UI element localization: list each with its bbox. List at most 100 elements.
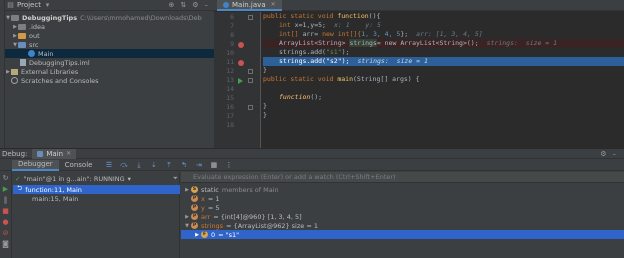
gear-icon[interactable]: ⚙	[600, 150, 606, 158]
code-line-13[interactable]: public static void main(String[] args) {	[263, 75, 624, 84]
fold-marker-icon[interactable]	[248, 15, 253, 20]
tree-item-project-root[interactable]: ▼ DebuggingTips C:\Users\mmohamed\Downlo…	[5, 13, 214, 22]
rerun-icon[interactable]: ↻	[2, 174, 9, 182]
tree-item-scratches[interactable]: Scratches and Consoles	[5, 76, 214, 85]
variable-value: members of Main	[221, 185, 279, 194]
code-line-16[interactable]: }	[263, 102, 624, 111]
variable-row[interactable]: P y = 5	[181, 203, 624, 212]
line-number: 12	[226, 67, 234, 75]
filter-icon[interactable]: ⏷	[173, 174, 178, 183]
thread-selector[interactable]: ✓ "main"@1 in g...ain": RUNNING ▾ ⏷	[15, 174, 178, 183]
code-line-15[interactable]: function();	[263, 93, 624, 102]
tree-item-src[interactable]: ▼ src	[5, 40, 214, 49]
evaluate-expression-input[interactable]: Evaluate expression (Enter) or add a wat…	[181, 172, 624, 183]
close-icon[interactable]: ✕	[271, 1, 276, 8]
stop-icon[interactable]: ■	[2, 207, 9, 215]
collapse-all-icon[interactable]: ⇅	[180, 1, 186, 9]
variable-value: = "s1"	[218, 230, 240, 239]
run-gutter-icon[interactable]	[238, 78, 243, 84]
view-breakpoints-icon[interactable]: ●	[2, 218, 9, 226]
breakpoint-icon[interactable]	[238, 42, 244, 48]
chevron-down-icon[interactable]: ▾	[44, 1, 51, 9]
step-into-icon[interactable]: ⤓	[134, 161, 143, 169]
layout-settings-icon[interactable]: ⋮	[224, 161, 233, 169]
force-step-into-icon[interactable]: ⇣	[149, 161, 158, 169]
chevron-right-icon[interactable]: ▶	[183, 214, 191, 220]
thread-label: "main"@1 in g...ain": RUNNING	[23, 174, 125, 183]
tab-debugger[interactable]: Debugger	[12, 159, 59, 171]
frame-label: main:15, Main	[32, 194, 79, 203]
code-line-11-execution-point[interactable]: strings.add("s2"); strings: size = 1	[263, 57, 624, 66]
variable-row[interactable]: P x = 1	[181, 194, 624, 203]
tree-item-label: Scratches and Consoles	[21, 76, 99, 85]
code-line-8[interactable]: int[] arr= new int[]{1, 3, 4, 5}; arr: [1…	[263, 30, 624, 39]
code-line-12[interactable]: }	[263, 66, 624, 75]
fold-marker-icon[interactable]	[248, 78, 253, 83]
tree-item-out[interactable]: ▶ out	[5, 31, 214, 40]
tree-item-iml[interactable]: DebuggingTips.iml	[5, 58, 214, 67]
code-token: "s2"	[325, 57, 342, 65]
hide-icon[interactable]: –	[613, 150, 617, 158]
tree-item-external-libraries[interactable]: ▶ External Libraries	[5, 67, 214, 76]
debug-session-tab[interactable]: Main ✕	[32, 148, 77, 159]
show-execution-point-icon[interactable]: ☰	[104, 161, 113, 169]
line-number: 6	[230, 13, 234, 21]
variable-row[interactable]: ▶ S static members of Main	[181, 185, 624, 194]
fold-marker-icon[interactable]	[248, 69, 253, 74]
tree-item-path: C:\Users\mmohamed\Downloads\Deb	[80, 13, 202, 22]
line-number: 17	[226, 112, 234, 120]
chevron-right-icon[interactable]: ▶	[183, 187, 191, 193]
code-token: function	[279, 93, 311, 101]
code-token: public static void	[263, 12, 338, 20]
camera-icon[interactable]: ◙	[2, 240, 9, 248]
tree-item-idea[interactable]: ▶ .idea	[5, 22, 214, 31]
frame-item[interactable]: main:15, Main	[13, 194, 180, 203]
code-line-10[interactable]: strings.add("s1");	[263, 48, 624, 57]
variable-row[interactable]: ▼ P strings = {ArrayList@962} size = 1	[181, 221, 624, 230]
line-number: 15	[226, 94, 234, 102]
project-view-icon[interactable]: ▤	[7, 1, 14, 9]
locate-icon[interactable]: ⊕	[168, 1, 174, 9]
chevron-down-icon[interactable]: ▼	[183, 223, 191, 229]
close-icon[interactable]: ✕	[66, 150, 71, 157]
code-line-14[interactable]	[263, 84, 624, 93]
tab-main-java[interactable]: Main.java ✕	[217, 0, 282, 11]
line-number: 9	[230, 40, 234, 48]
code-token: };	[400, 30, 409, 38]
run-to-cursor-icon[interactable]: ⇥	[194, 161, 203, 169]
code-token: (){	[368, 12, 381, 20]
hide-icon[interactable]: –	[205, 1, 209, 9]
step-over-icon[interactable]: ⤼	[119, 161, 128, 169]
code-token: );	[341, 57, 350, 65]
breakpoint-icon[interactable]	[238, 60, 244, 66]
mute-breakpoints-icon[interactable]: ⊘	[2, 229, 9, 237]
code-line-6[interactable]: public static void function(){	[263, 12, 624, 21]
frame-item[interactable]: ⮌ function:11, Main	[13, 184, 180, 194]
variable-row[interactable]: ▶ F 0 = "s1"	[181, 230, 624, 239]
code-token: }	[263, 66, 267, 74]
chevron-right-icon[interactable]: ▶	[193, 232, 201, 238]
gear-icon[interactable]: ⚙	[192, 1, 198, 9]
project-panel-header: ▤ Project ▾ ⊕ ⇅ ⚙ –	[5, 0, 214, 11]
fold-marker-icon[interactable]	[248, 105, 253, 110]
pause-icon[interactable]: ‖	[2, 196, 9, 204]
drop-frame-icon[interactable]: ↰	[179, 161, 188, 169]
tree-item-label: src	[29, 40, 39, 49]
variable-name: arr	[201, 212, 211, 221]
inline-value-hint: arr: [1, 3, 4, 5]	[416, 30, 483, 38]
code-line-9[interactable]: ArrayList<String> strings= new ArrayList…	[263, 39, 624, 48]
code-line-17[interactable]: }	[263, 111, 624, 120]
project-panel-title[interactable]: Project	[17, 1, 41, 9]
step-out-icon[interactable]: ⤒	[164, 161, 173, 169]
code-token: 1, 3, 4, 5	[361, 30, 401, 38]
tree-item-main[interactable]: Main	[5, 49, 214, 58]
editor-gutter[interactable]: 6 7 8 9 10 11 12 13 14 15 16 17 18	[214, 12, 261, 148]
variable-name: 0	[211, 230, 216, 239]
variable-row[interactable]: ▶ P arr = {int[4]@960} [1, 3, 4, 5]	[181, 212, 624, 221]
resume-icon[interactable]: ▶	[2, 185, 9, 193]
tab-console[interactable]: Console	[59, 160, 99, 171]
module-file-icon	[20, 59, 26, 66]
code-line-7[interactable]: int x=1,y=5; x: 1 y: 5	[263, 21, 624, 30]
evaluate-expression-icon[interactable]: ▦	[209, 161, 218, 169]
chevron-down-icon[interactable]: ▾	[128, 175, 131, 183]
